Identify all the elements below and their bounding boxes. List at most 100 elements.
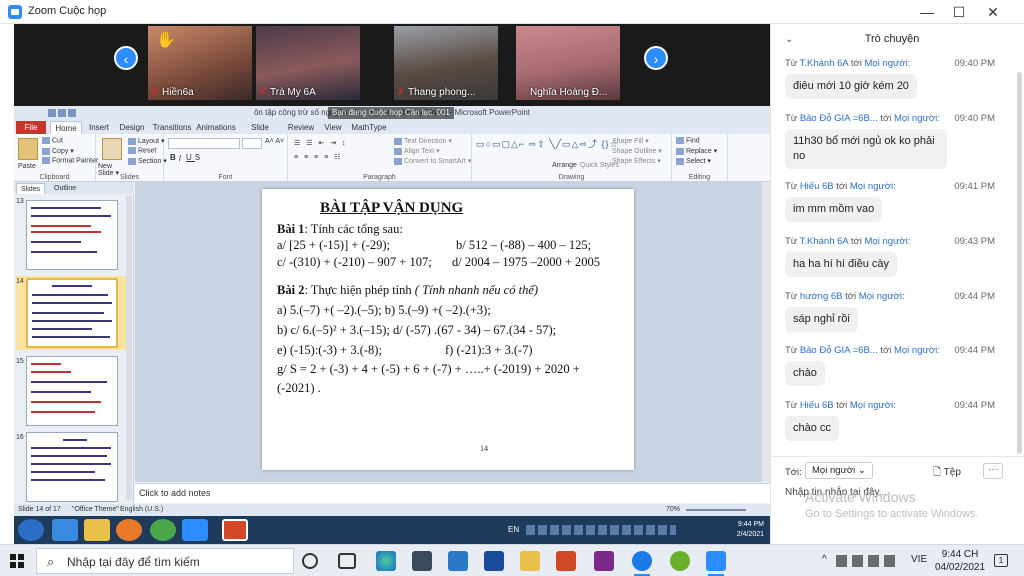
zoom-taskbar-icon[interactable]	[706, 551, 726, 576]
slide-thumbnail-selected[interactable]	[26, 278, 118, 348]
layout-button[interactable]: Layout ▾	[128, 137, 164, 145]
inner-ie-icon[interactable]	[52, 519, 78, 541]
tab-design[interactable]: Design	[116, 121, 148, 134]
tab-slides[interactable]: Slides	[16, 183, 46, 194]
game-icon[interactable]	[670, 551, 690, 571]
tab-file[interactable]: File	[16, 121, 46, 134]
inner-start-icon[interactable]	[18, 519, 44, 541]
minimize-button[interactable]: —	[910, 1, 944, 23]
align-buttons[interactable]: ≡ ≡ ≡ ≡ ☷	[294, 153, 342, 161]
save-icon[interactable]	[48, 109, 56, 117]
message-sender[interactable]: Bảo Đỗ GIA =6B...	[800, 345, 878, 356]
select-button[interactable]: Select ▾	[676, 157, 711, 165]
redo-icon[interactable]	[68, 109, 76, 117]
tab-animations[interactable]: Animations	[196, 121, 236, 134]
message-sender[interactable]: Hiếu 6B	[800, 400, 834, 411]
tab-slide-show[interactable]: Slide Show	[240, 121, 280, 145]
notes-pane[interactable]: Click to add notes	[135, 483, 770, 503]
message-sender[interactable]: T.Khánh 6A	[800, 58, 849, 69]
format-painter-button[interactable]: Format Painter	[42, 157, 98, 164]
from-label: Từ	[785, 181, 798, 192]
slide-thumbnail[interactable]	[26, 432, 118, 502]
gallery-next-button[interactable]: ›	[644, 46, 668, 70]
powerpoint-taskbar-icon[interactable]	[556, 551, 576, 571]
shape-fill-button[interactable]: Shape Fill ▾	[612, 137, 649, 145]
input-language[interactable]: VIE	[911, 554, 927, 565]
find-button[interactable]: Find	[676, 137, 700, 144]
store-icon[interactable]	[412, 551, 432, 571]
video-tile[interactable]: ✗ Trà My 6A	[256, 26, 360, 100]
inner-zoom-icon[interactable]	[182, 519, 208, 541]
copy-button[interactable]: Copy ▾	[42, 147, 74, 155]
shape-effects-button[interactable]: Shape Effects ▾	[612, 157, 661, 165]
font-size-box[interactable]	[242, 138, 262, 149]
tray-overflow-icon[interactable]: ^	[822, 554, 827, 565]
tab-insert[interactable]: Insert	[84, 121, 114, 134]
zoom-slider[interactable]	[686, 509, 746, 511]
replace-button[interactable]: Replace ▾	[676, 147, 717, 155]
photos-icon[interactable]	[448, 551, 468, 571]
paste-icon[interactable]	[18, 138, 38, 160]
message-sender[interactable]: T.Khánh 6A	[800, 236, 849, 247]
task-view-icon[interactable]	[338, 553, 356, 569]
video-tile[interactable]: ✋ ✗ Hiền6a	[148, 26, 252, 100]
slide-thumbnail[interactable]	[26, 200, 118, 270]
message-sender[interactable]: hướng 6B	[800, 291, 843, 302]
file-button[interactable]: 🗋 Tệp	[933, 465, 961, 482]
taskbar-search[interactable]: ⌕ Nhập tại đây để tìm kiếm	[36, 548, 294, 574]
slide-vertical-scrollbar[interactable]	[762, 182, 770, 482]
text-direction-button[interactable]: Text Direction ▾	[394, 137, 452, 145]
message-sender[interactable]: Bảo Đỗ GIA =6B...	[800, 113, 878, 124]
tab-home[interactable]: Home	[50, 121, 82, 134]
undo-icon[interactable]	[58, 109, 66, 117]
font-name-box[interactable]	[168, 138, 240, 149]
inner-tray-icons[interactable]	[526, 525, 676, 535]
inner-chrome-icon[interactable]	[150, 519, 176, 541]
word-icon[interactable]	[484, 551, 504, 571]
file-explorer-icon[interactable]	[520, 551, 540, 571]
tab-review[interactable]: Review	[284, 121, 318, 134]
close-button[interactable]: ✕	[976, 1, 1010, 23]
edge-icon[interactable]	[376, 551, 396, 571]
reset-button[interactable]: Reset	[128, 147, 156, 154]
video-tile[interactable]: ✗ Thang phong...	[394, 26, 498, 100]
participant-name: Thang phong...	[408, 87, 476, 98]
smartart-button[interactable]: Convert to SmartArt ▾	[394, 157, 471, 165]
recipient-dropdown[interactable]: Mọi người ⌄	[805, 462, 873, 479]
windows-start-icon[interactable]	[10, 554, 24, 568]
inner-folder-icon[interactable]	[84, 519, 110, 541]
zalo-icon[interactable]	[632, 551, 652, 576]
new-slide-icon[interactable]	[102, 138, 122, 160]
notification-center-icon[interactable]: 1	[994, 554, 1008, 567]
font-format-buttons[interactable]: BI US	[170, 153, 203, 163]
paste-label[interactable]: Paste	[18, 163, 36, 170]
align-text-button[interactable]: Align Text ▾	[394, 147, 440, 155]
video-tile[interactable]: Nghĩa Hoàng Đ...	[516, 26, 620, 100]
grow-font-icon[interactable]: A˄ A˅	[265, 138, 284, 145]
onenote-icon[interactable]	[594, 551, 614, 571]
message-sender[interactable]: Hiếu 6B	[800, 181, 834, 192]
chat-scrollbar[interactable]	[1017, 72, 1022, 454]
shape-outline-button[interactable]: Shape Outline ▾	[612, 147, 662, 155]
arrange-button[interactable]: Arrange	[552, 162, 577, 169]
tab-mathtype[interactable]: MathType	[350, 121, 388, 134]
more-options-button[interactable]: ···	[983, 463, 1003, 479]
scissors-icon	[42, 137, 50, 144]
slide-thumbnail[interactable]	[26, 356, 118, 426]
list-buttons[interactable]: ☰ ☰ ⇤ ⇥ ↕	[294, 139, 348, 147]
taskbar-clock[interactable]: 9:44 CH 04/02/2021	[935, 548, 985, 574]
cortana-icon[interactable]	[302, 553, 318, 569]
inner-powerpoint-icon[interactable]	[222, 519, 248, 541]
shapes-gallery[interactable]: ▭○▭▢△⌐ ⇨⇧ ╲╱▭△⇨⤴ {}☆	[476, 137, 619, 150]
tray-icons[interactable]	[836, 555, 896, 567]
slides-panel-scrollbar[interactable]	[126, 196, 132, 500]
current-slide[interactable]: BÀI TẬP VẬN DỤNG Bài 1: Tính các tổng sa…	[262, 189, 634, 470]
maximize-button[interactable]: ☐	[942, 1, 976, 23]
tab-outline[interactable]: Outline	[50, 183, 80, 194]
tab-transitions[interactable]: Transitions	[150, 121, 194, 134]
gallery-prev-button[interactable]: ‹	[114, 46, 138, 70]
section-button[interactable]: Section ▾	[128, 157, 167, 165]
tab-view[interactable]: View	[320, 121, 346, 134]
cut-button[interactable]: Cut	[42, 137, 63, 144]
inner-media-icon[interactable]	[116, 519, 142, 541]
